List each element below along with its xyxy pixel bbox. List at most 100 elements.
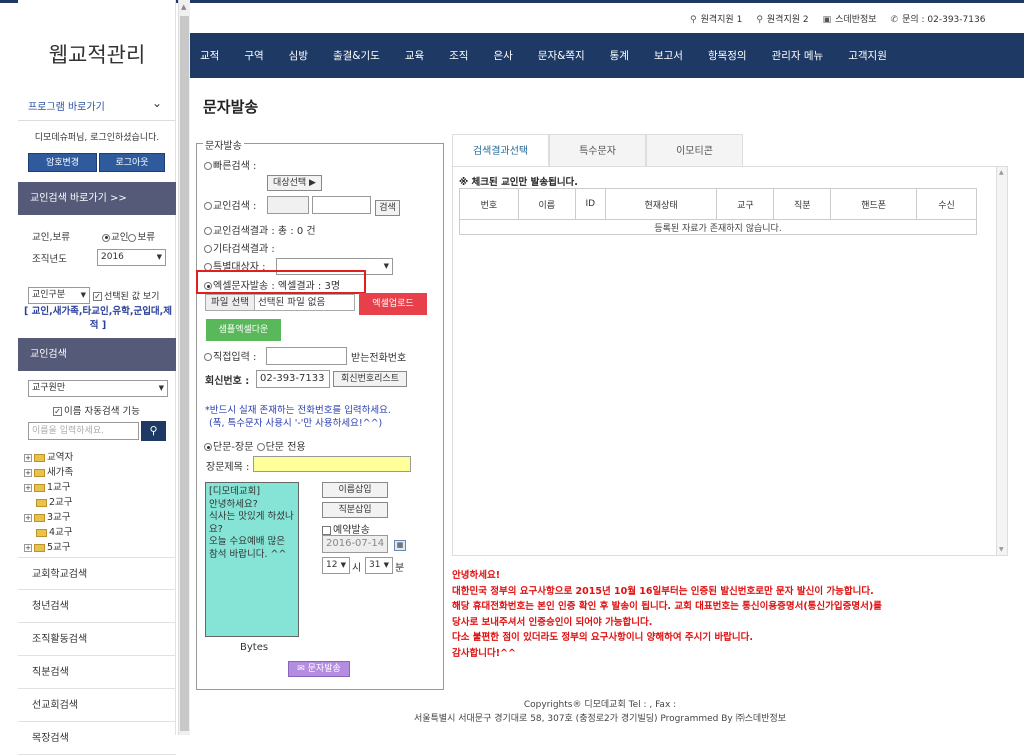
change-password-button[interactable]: 암호변경 [28, 153, 97, 172]
col-receive: 수신 [916, 188, 977, 220]
other-result-radio[interactable] [204, 245, 212, 253]
target-select-button[interactable]: 대상선택 ▶ [267, 175, 322, 191]
scroll-up-icon[interactable]: ▲ [181, 3, 186, 11]
remote-support-2-link[interactable]: ⚲ 원격지원 2 [756, 12, 808, 26]
tree-node-district-2[interactable]: 2교구 [24, 495, 174, 510]
tree-node-district-5[interactable]: +5교구 [24, 540, 174, 555]
expand-icon[interactable]: + [24, 453, 32, 462]
reply-number-list-button[interactable]: 회신번호리스트 [333, 371, 407, 387]
quick-search-option[interactable]: 빠른검색 : [204, 157, 256, 172]
tree-node-newcomers[interactable]: + 새가족 [24, 465, 174, 480]
long-message-subject-input[interactable] [253, 456, 411, 472]
expand-icon[interactable]: + [24, 513, 32, 522]
nav-district[interactable]: 구역 [244, 48, 263, 63]
sidebar-link-position[interactable]: 직분검색 [18, 656, 176, 689]
radio-member[interactable] [102, 233, 110, 242]
sms-only-radio[interactable] [256, 443, 265, 451]
remote-support-1-link[interactable]: ⚲ 원격지원 1 [690, 12, 742, 26]
direct-phone-input[interactable] [266, 347, 347, 365]
page-title: 문자발송 [203, 98, 259, 116]
member-search-radio[interactable] [204, 202, 212, 210]
insert-role-button[interactable]: 직분삽입 [322, 502, 388, 518]
nav-reports[interactable]: 보고서 [654, 48, 683, 63]
nav-attendance[interactable]: 출결&기도 [333, 48, 380, 63]
tree-node-district-1[interactable]: +1교구 [24, 480, 174, 495]
hour-select[interactable]: 12 ▼ [322, 557, 350, 574]
nav-organization[interactable]: 조직 [449, 48, 468, 63]
name-search-input[interactable]: 이름을 입력하세요. [28, 422, 139, 440]
company-link[interactable]: ▣ 스데반정보 [823, 12, 877, 26]
calendar-icon[interactable]: ▦ [394, 540, 406, 551]
col-district: 교구 [716, 188, 775, 220]
reserve-date-input[interactable]: 2016-07-14 [322, 535, 388, 553]
nav-gift[interactable]: 은사 [493, 48, 512, 63]
radio-hold[interactable] [128, 233, 137, 242]
reply-number-input[interactable]: 02-393-7133 [256, 370, 330, 388]
tree-node-district-3[interactable]: +3교구 [24, 510, 174, 525]
scroll-down-icon[interactable]: ▼ [999, 546, 1004, 553]
nav-support[interactable]: 고객지원 [848, 48, 887, 63]
member-search-code-input[interactable] [267, 196, 309, 214]
sidebar-link-mission[interactable]: 선교회검색 [18, 689, 176, 722]
nav-statistics[interactable]: 통계 [610, 48, 629, 63]
sidebar-link-youth[interactable]: 청년검색 [18, 590, 176, 623]
sidebar-link-org-activity[interactable]: 조직활동검색 [18, 623, 176, 656]
excel-upload-button[interactable]: 엑셀업로드 [359, 293, 427, 315]
quick-search-radio[interactable] [204, 162, 212, 170]
result-scrollbar[interactable]: ▲ ▼ [996, 167, 1007, 555]
insert-name-button[interactable]: 이름삽입 [322, 482, 388, 498]
member-search-name-input[interactable] [312, 196, 371, 214]
tree-node-district-4[interactable]: 4교구 [24, 525, 174, 540]
auto-search-checkbox[interactable]: ✓ [53, 407, 62, 416]
sidebar-scrollbar[interactable]: ▲ [178, 0, 190, 735]
nav-messages[interactable]: 문자&쪽지 [538, 48, 585, 63]
scroll-up-icon[interactable]: ▲ [999, 169, 1004, 176]
member-search-shortcut[interactable]: 교인검색 바로가기 >> [18, 182, 176, 215]
expand-icon[interactable]: + [24, 468, 32, 477]
logout-button[interactable]: 로그아웃 [99, 153, 165, 172]
show-selected-option[interactable]: ✓ 선택된 값 보기 [93, 289, 159, 302]
show-selected-checkbox[interactable]: ✓ [93, 292, 102, 301]
nav-item-definition[interactable]: 항목정의 [708, 48, 747, 63]
tab-special-characters[interactable]: 특수문자 [549, 134, 646, 167]
tab-emoticons[interactable]: 이모티콘 [646, 134, 743, 167]
dropdown-arrow-icon: ▼ [156, 253, 162, 261]
tab-search-result[interactable]: 검색결과선택 [452, 134, 549, 167]
search-icon[interactable]: ⚲ [141, 421, 166, 441]
envelope-icon: ✉ [297, 664, 308, 674]
reserve-send-checkbox[interactable] [322, 525, 331, 535]
direct-input-radio[interactable] [204, 353, 212, 361]
contact-link[interactable]: ✆ 문의 : 02-393-7136 [891, 12, 986, 26]
nav-visit[interactable]: 심방 [289, 48, 308, 63]
sms-long-radio[interactable] [204, 443, 212, 451]
message-textarea[interactable]: [디모데교회] 안녕하세요? 식사는 맛있게 하셨나요? 오늘 수요예배 많은 … [205, 482, 299, 637]
nav-education[interactable]: 교육 [405, 48, 424, 63]
expand-icon[interactable]: + [24, 543, 32, 552]
member-result-option[interactable]: 교인검색결과 : 총 : 0 건 [204, 222, 316, 237]
subject-label: 장문제목 : [206, 462, 250, 473]
reserve-send-option[interactable]: 예약발송 [322, 521, 370, 536]
file-select-button[interactable]: 파일 선택 [206, 295, 255, 310]
app-logo[interactable]: 웹교적관리 [18, 34, 176, 76]
member-search-button[interactable]: 검색 [375, 200, 400, 216]
nav-member[interactable]: 교적 [200, 48, 219, 63]
scrollbar-thumb[interactable] [180, 16, 189, 731]
send-sms-button[interactable]: ✉ 문자발송 [288, 661, 350, 677]
auto-search-option[interactable]: ✓ 이름 자동검색 기능 [53, 403, 140, 417]
category-select[interactable]: 교인구분 ▼ [28, 287, 90, 304]
other-result-option[interactable]: 기타검색결과 : [204, 240, 275, 255]
nav-admin[interactable]: 관리자 메뉴 [772, 48, 824, 63]
direct-input-option[interactable]: 직접입력 : [204, 348, 256, 363]
member-search-option[interactable]: 교인검색 : [204, 197, 256, 212]
sample-excel-download-button[interactable]: 샘플엑셀다운 [206, 319, 281, 341]
year-select[interactable]: 2016 ▼ [97, 249, 166, 266]
tree-node-pastors[interactable]: + 교역자 [24, 450, 174, 465]
member-result-radio[interactable] [204, 227, 212, 235]
program-shortcut[interactable]: 프로그램 바로가기 ⌄ [18, 88, 176, 121]
sidebar-link-cell[interactable]: 목장검색 [18, 722, 176, 755]
file-input[interactable]: 파일 선택 선택된 파일 없음 [205, 294, 355, 311]
minute-select[interactable]: 31 ▼ [365, 557, 393, 574]
district-select[interactable]: 교구원만 ▼ [28, 380, 168, 397]
sidebar-link-church-school[interactable]: 교회학교검색 [18, 557, 176, 590]
expand-icon[interactable]: + [24, 483, 32, 492]
